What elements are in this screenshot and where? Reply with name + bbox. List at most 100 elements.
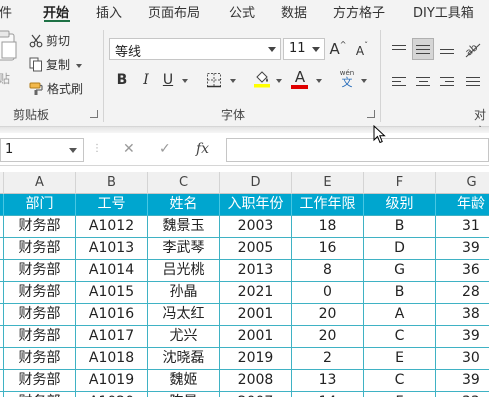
tab-data[interactable]: 数据 [281, 2, 307, 21]
column-header-c[interactable]: C [148, 172, 220, 194]
table-cell[interactable]: 沈晓磊 [148, 348, 220, 370]
font-color-dropdown-arrow[interactable] [316, 79, 322, 83]
top-align-button[interactable] [388, 38, 410, 60]
column-header-f[interactable]: F [364, 172, 436, 194]
font-color-button[interactable]: A [290, 68, 310, 90]
tab-page-layout[interactable]: 页面布局 [148, 2, 200, 21]
formula-input[interactable] [226, 138, 489, 162]
tab-file[interactable]: 文件 [0, 2, 12, 21]
table-cell[interactable]: F [364, 392, 436, 397]
middle-align-button[interactable] [412, 38, 434, 60]
underline-button[interactable]: U [159, 70, 177, 90]
table-cell[interactable]: 2005 [220, 238, 292, 260]
column-header-a[interactable]: A [4, 172, 76, 194]
insert-function-button[interactable]: fx [196, 141, 209, 157]
table-cell[interactable]: E [364, 348, 436, 370]
table-cell[interactable]: 财务部 [4, 392, 76, 397]
table-cell[interactable]: A1014 [76, 260, 148, 282]
column-header-e[interactable]: E [292, 172, 364, 194]
align-left-button[interactable] [388, 70, 410, 92]
table-cell[interactable]: 冯太红 [148, 304, 220, 326]
table-cell[interactable]: 16 [292, 238, 364, 260]
tab-diy-toolbox[interactable]: DIY工具箱 [413, 2, 474, 21]
table-cell[interactable]: 2001 [220, 304, 292, 326]
table-cell[interactable]: 2007 [220, 392, 292, 397]
fill-color-dropdown-arrow[interactable] [276, 79, 282, 83]
table-cell[interactable]: 38 [436, 304, 489, 326]
table-cell[interactable]: 陈晨 [148, 392, 220, 397]
table-cell[interactable]: 2 [292, 348, 364, 370]
font-name-combo[interactable]: 等线 [109, 38, 281, 60]
tab-home[interactable]: 开始 [43, 2, 69, 21]
table-cell[interactable]: 财务部 [4, 370, 76, 392]
paste-button[interactable]: 粘贴 [0, 30, 22, 90]
header-cell[interactable]: 工号 [76, 194, 148, 216]
name-box[interactable]: 1 [0, 138, 84, 162]
table-cell[interactable]: 2013 [220, 260, 292, 282]
table-cell[interactable]: 36 [436, 260, 489, 282]
header-cell[interactable]: 部门 [4, 194, 76, 216]
phonetic-guide-button[interactable]: wén 文 [337, 68, 357, 90]
formula-bar-grip-icon[interactable]: ⋮ [92, 143, 102, 154]
table-cell[interactable]: A [364, 304, 436, 326]
phonetic-dropdown-arrow[interactable] [361, 79, 367, 83]
tab-formulas[interactable]: 公式 [229, 2, 255, 21]
table-cell[interactable]: 30 [436, 348, 489, 370]
table-cell[interactable]: 财务部 [4, 348, 76, 370]
table-cell[interactable]: 财务部 [4, 304, 76, 326]
table-cell[interactable]: 财务部 [4, 216, 76, 238]
tab-fangfang[interactable]: 方方格子 [333, 2, 385, 21]
align-center-button[interactable] [412, 70, 434, 92]
header-cell[interactable]: 工作年限 [292, 194, 364, 216]
table-cell[interactable]: 2019 [220, 348, 292, 370]
table-cell[interactable]: B [364, 216, 436, 238]
font-size-combo[interactable]: 11 [283, 38, 325, 60]
table-cell[interactable]: 2021 [220, 282, 292, 304]
table-cell[interactable]: 2003 [220, 216, 292, 238]
clipboard-dialog-launcher[interactable] [90, 110, 98, 118]
italic-button[interactable]: I [137, 70, 155, 90]
table-cell[interactable]: A1020 [76, 392, 148, 397]
table-cell[interactable]: A1016 [76, 304, 148, 326]
table-cell[interactable]: 39 [436, 370, 489, 392]
align-right-button[interactable] [436, 70, 458, 92]
enter-entry-button[interactable]: ✓ [159, 141, 171, 157]
header-cell[interactable]: 年龄 [436, 194, 489, 216]
table-cell[interactable]: 2001 [220, 326, 292, 348]
table-cell[interactable]: B [364, 282, 436, 304]
format-painter-button[interactable]: 格式刷 [29, 80, 83, 97]
bottom-align-button[interactable] [436, 38, 458, 60]
borders-dropdown-arrow[interactable] [230, 79, 236, 83]
fill-color-button[interactable] [252, 68, 272, 90]
cut-button[interactable]: 剪切 [29, 32, 70, 49]
cancel-entry-button[interactable]: ✕ [123, 141, 135, 157]
tab-insert[interactable]: 插入 [96, 2, 122, 21]
column-header-g[interactable]: G [436, 172, 489, 194]
table-cell[interactable]: 28 [436, 282, 489, 304]
table-cell[interactable]: A1013 [76, 238, 148, 260]
font-name-dropdown-arrow[interactable] [268, 47, 276, 52]
column-header-b[interactable]: B [76, 172, 148, 194]
font-size-dropdown-arrow[interactable] [312, 47, 320, 52]
text-orientation-button[interactable]: ab [462, 38, 484, 60]
name-box-dropdown-arrow[interactable] [69, 148, 77, 153]
table-cell[interactable]: C [364, 370, 436, 392]
table-cell[interactable]: 李武琴 [148, 238, 220, 260]
table-cell[interactable]: 孙晶 [148, 282, 220, 304]
table-cell[interactable]: 18 [292, 216, 364, 238]
table-cell[interactable]: A1015 [76, 282, 148, 304]
header-cell[interactable]: 入职年份 [220, 194, 292, 216]
table-cell[interactable]: 39 [436, 238, 489, 260]
table-cell[interactable]: C [364, 326, 436, 348]
table-cell[interactable]: 39 [436, 326, 489, 348]
decrease-font-size-button[interactable]: Aˇ [353, 39, 371, 59]
column-header-d[interactable]: D [220, 172, 292, 194]
table-cell[interactable]: 财务部 [4, 326, 76, 348]
table-cell[interactable]: D [364, 238, 436, 260]
table-cell[interactable]: 33 [436, 392, 489, 397]
table-cell[interactable]: 财务部 [4, 260, 76, 282]
header-cell[interactable]: 姓名 [148, 194, 220, 216]
table-cell[interactable]: 14 [292, 392, 364, 397]
table-cell[interactable]: A1018 [76, 348, 148, 370]
table-cell[interactable]: 13 [292, 370, 364, 392]
